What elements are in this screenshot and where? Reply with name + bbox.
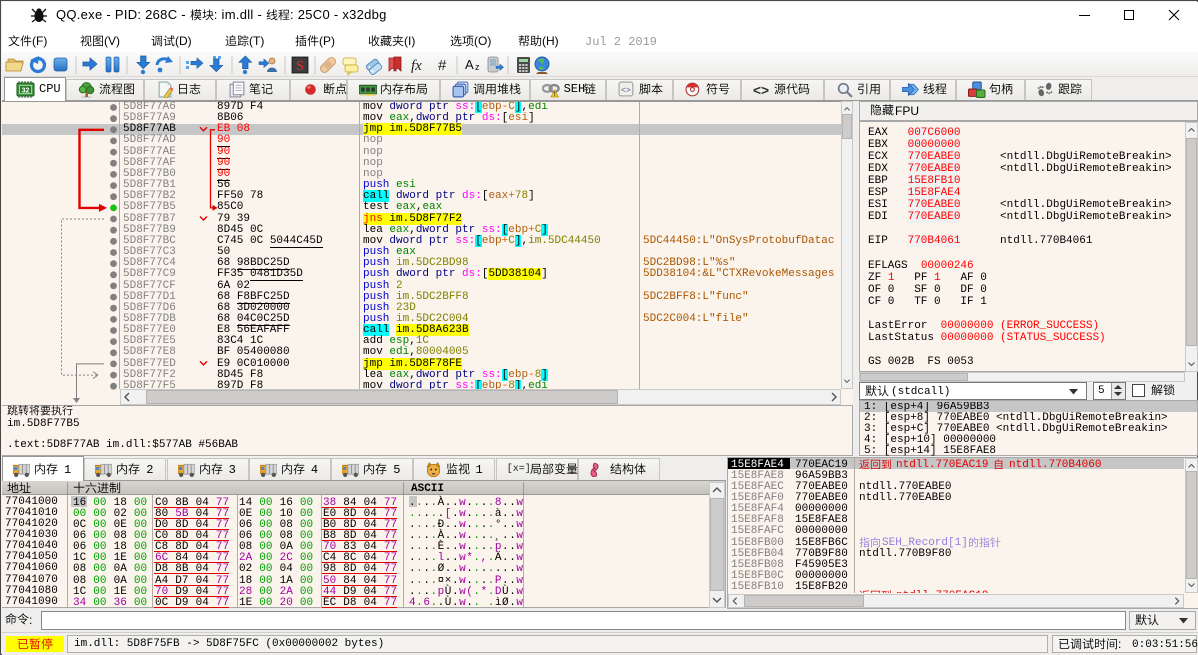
svg-text:<>: <> (621, 86, 631, 96)
svg-text:!: ! (553, 91, 555, 98)
svg-text:fx: fx (411, 58, 422, 74)
svg-text:z: z (475, 62, 480, 72)
svg-text:S: S (296, 59, 304, 74)
svg-text:#: # (438, 57, 447, 74)
svg-text:<>: <> (753, 83, 769, 98)
svg-text:32: 32 (22, 88, 30, 95)
svg-text:A: A (465, 57, 474, 72)
